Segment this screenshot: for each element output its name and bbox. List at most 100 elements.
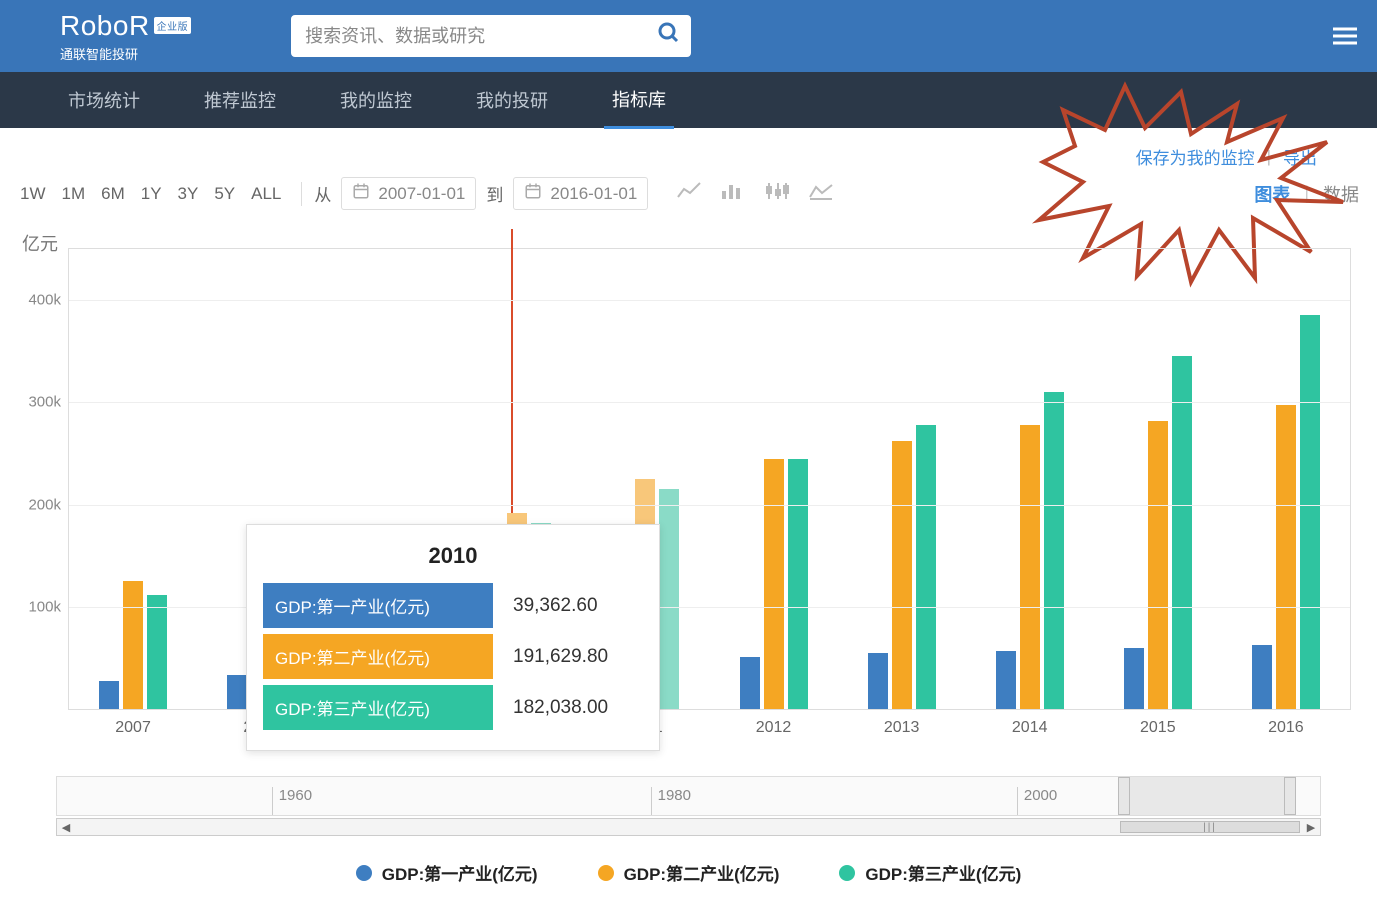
range-button[interactable]: 6M [93, 180, 133, 207]
legend-item[interactable]: GDP:第二产业(亿元) [598, 860, 780, 885]
bar[interactable] [1148, 421, 1168, 709]
bar-group[interactable]: 2016 [1222, 249, 1350, 709]
candlestick-icon[interactable] [764, 181, 790, 206]
export-link[interactable]: 导出 [1283, 144, 1317, 169]
save-monitor-link[interactable]: 保存为我的监控 [1136, 144, 1255, 169]
bar[interactable] [123, 581, 143, 709]
navigator-handle-left[interactable] [1118, 777, 1130, 815]
calendar-icon [524, 182, 542, 205]
bar[interactable] [1124, 648, 1144, 709]
scroll-right-icon[interactable]: ▶ [1302, 821, 1320, 834]
logo-badge: 企业版 [154, 17, 192, 34]
scrollbar-thumb[interactable]: ||| [1120, 821, 1300, 833]
bar[interactable] [764, 459, 784, 709]
range-button[interactable]: 1W [12, 180, 54, 207]
separator: | [1304, 183, 1309, 204]
bar[interactable] [996, 651, 1016, 709]
bar[interactable] [1300, 315, 1320, 709]
nav-item[interactable]: 指标库 [604, 72, 674, 129]
view-toggle: 图表 | 数据 [1248, 181, 1365, 207]
x-tick-label: 2015 [1140, 719, 1176, 737]
bar[interactable] [1172, 356, 1192, 709]
navigator-selection[interactable] [1130, 777, 1284, 815]
chart-legend: GDP:第一产业(亿元) GDP:第二产业(亿元) GDP:第三产业(亿元) [0, 860, 1377, 885]
main-nav: 市场统计推荐监控我的监控我的投研指标库 [0, 72, 1377, 128]
x-tick-label: 2016 [1268, 719, 1304, 737]
view-chart-button[interactable]: 图表 [1248, 181, 1296, 207]
bar-chart-icon[interactable] [720, 181, 746, 206]
bar[interactable] [1276, 405, 1296, 709]
navigator-tick: 1980 [651, 787, 691, 815]
bar-group[interactable]: 2012 [709, 249, 837, 709]
scrollbar-track[interactable]: ||| [75, 819, 1302, 835]
bar-group[interactable]: 2014 [966, 249, 1094, 709]
actions-row: 保存为我的监控 | 导出 [0, 128, 1377, 169]
bar[interactable] [1252, 645, 1272, 709]
view-data-button[interactable]: 数据 [1317, 181, 1365, 207]
search-input[interactable] [291, 15, 691, 57]
horizontal-scrollbar[interactable]: ◀ ||| ▶ [56, 818, 1321, 836]
nav-item[interactable]: 我的投研 [468, 73, 556, 127]
bar[interactable] [1020, 425, 1040, 709]
area-chart-icon[interactable] [808, 181, 834, 206]
logo-text: RoboR [60, 10, 150, 42]
bar[interactable] [740, 657, 760, 709]
time-navigator[interactable]: 1960 1980 2000 [56, 776, 1321, 816]
y-tick-label: 100k [28, 598, 61, 615]
y-tick-label: 200k [28, 496, 61, 513]
range-button[interactable]: 1Y [133, 180, 170, 207]
chart-type-icons [676, 181, 834, 206]
logo: RoboR 企业版 通联智能投研 [60, 10, 191, 63]
nav-item[interactable]: 市场统计 [60, 73, 148, 127]
legend-dot-icon [839, 865, 855, 881]
menu-icon[interactable] [1333, 24, 1357, 49]
gridline [69, 402, 1350, 403]
range-button[interactable]: 5Y [206, 180, 243, 207]
bar[interactable] [916, 425, 936, 709]
legend-dot-icon [598, 865, 614, 881]
navigator-tick: 2000 [1017, 787, 1057, 815]
range-button[interactable]: ALL [243, 180, 289, 207]
bar[interactable] [788, 459, 808, 709]
legend-label: GDP:第一产业(亿元) [382, 860, 538, 885]
bar-group[interactable]: 2007 [69, 249, 197, 709]
nav-item[interactable]: 我的监控 [332, 73, 420, 127]
date-to-value: 2016-01-01 [550, 184, 637, 204]
logo-subtitle: 通联智能投研 [60, 44, 191, 63]
bar[interactable] [868, 653, 888, 709]
chart-tooltip: 2010 GDP:第一产业(亿元) 39,362.60 GDP:第二产业(亿元)… [246, 524, 660, 751]
line-chart-icon[interactable] [676, 181, 702, 206]
scroll-left-icon[interactable]: ◀ [57, 821, 75, 834]
gridline [69, 505, 1350, 506]
bar[interactable] [1044, 392, 1064, 709]
tooltip-series-value: 39,362.60 [493, 595, 643, 617]
range-button[interactable]: 3Y [170, 180, 207, 207]
from-label: 从 [314, 181, 331, 206]
tooltip-series-label: GDP:第三产业(亿元) [263, 685, 493, 730]
tooltip-title: 2010 [263, 543, 643, 569]
legend-item[interactable]: GDP:第一产业(亿元) [356, 860, 538, 885]
date-from-input[interactable]: 2007-01-01 [341, 177, 476, 210]
date-from-value: 2007-01-01 [378, 184, 465, 204]
chart-toolbar: 1W1M6M1Y3Y5YALL 从 2007-01-01 到 2016-01-0… [0, 169, 1377, 210]
legend-item[interactable]: GDP:第三产业(亿元) [839, 860, 1021, 885]
search-icon[interactable] [657, 21, 681, 51]
date-to-input[interactable]: 2016-01-01 [513, 177, 648, 210]
bar-group[interactable]: 2015 [1094, 249, 1222, 709]
y-tick-label: 300k [28, 394, 61, 411]
to-label: 到 [486, 181, 503, 206]
bar[interactable] [892, 441, 912, 709]
range-button[interactable]: 1M [54, 180, 94, 207]
gridline [69, 300, 1350, 301]
bar-group[interactable]: 2013 [838, 249, 966, 709]
nav-item[interactable]: 推荐监控 [196, 73, 284, 127]
tooltip-series-value: 182,038.00 [493, 697, 643, 719]
search-wrap [291, 15, 691, 57]
navigator-handle-right[interactable] [1284, 777, 1296, 815]
calendar-icon [352, 182, 370, 205]
bar[interactable] [659, 489, 679, 709]
bar[interactable] [99, 681, 119, 709]
navigator-tick: 1960 [272, 787, 312, 815]
bar[interactable] [147, 595, 167, 709]
bar[interactable] [227, 675, 247, 709]
